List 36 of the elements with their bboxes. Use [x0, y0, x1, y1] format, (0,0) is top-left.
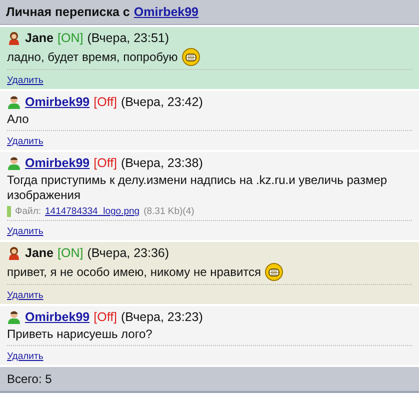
message-time: (Вчера, 23:38) [121, 156, 203, 170]
message-text: Ало [7, 112, 29, 127]
message-time: (Вчера, 23:42) [121, 95, 203, 109]
female-user-icon [7, 31, 21, 45]
online-status: [ON] [58, 246, 84, 260]
file-label: Файл: [15, 206, 41, 217]
male-user-icon [7, 95, 21, 109]
title-text: Личная переписка с [6, 5, 130, 19]
message-text: привет, я не особо имею, никому не нравится [7, 264, 262, 280]
file-info: (8.31 Kb)(4) [144, 206, 194, 217]
online-status: [ON] [58, 31, 84, 45]
online-status: [Off] [94, 310, 118, 324]
delete-link[interactable]: Удалить [7, 226, 44, 237]
online-status: [Off] [94, 95, 118, 109]
message-text: Приветь нарисуешь лого? [7, 327, 152, 342]
delete-link[interactable]: Удалить [7, 290, 44, 301]
author-name: Jane [25, 246, 54, 260]
online-status: [Off] [94, 156, 118, 170]
user-link[interactable]: Omirbek99 [134, 5, 199, 19]
female-user-icon [7, 246, 21, 260]
male-user-icon [7, 156, 21, 170]
male-user-icon [7, 310, 21, 324]
file-link[interactable]: 1414784334_logo.png [45, 206, 140, 217]
author-name: Jane [25, 31, 54, 45]
message-time: (Вчера, 23:36) [87, 246, 170, 260]
delete-link[interactable]: Удалить [7, 75, 44, 86]
delete-link[interactable]: Удалить [7, 351, 44, 362]
message-time: (Вчера, 23:23) [121, 310, 203, 324]
author-link[interactable]: Omirbek99 [25, 95, 90, 109]
total-count: Всего: 5 [0, 367, 419, 393]
author-link[interactable]: Omirbek99 [25, 310, 90, 324]
message-text: Тогда приступимь к делу.измени надпись на .kz.ru.и увеличь размер изображения [7, 173, 388, 203]
message-time: (Вчера, 23:51) [87, 31, 170, 45]
delete-link[interactable]: Удалить [7, 136, 44, 147]
author-link[interactable]: Omirbek99 [25, 156, 90, 170]
message-text: ладно, будет время, попробую [7, 50, 178, 64]
